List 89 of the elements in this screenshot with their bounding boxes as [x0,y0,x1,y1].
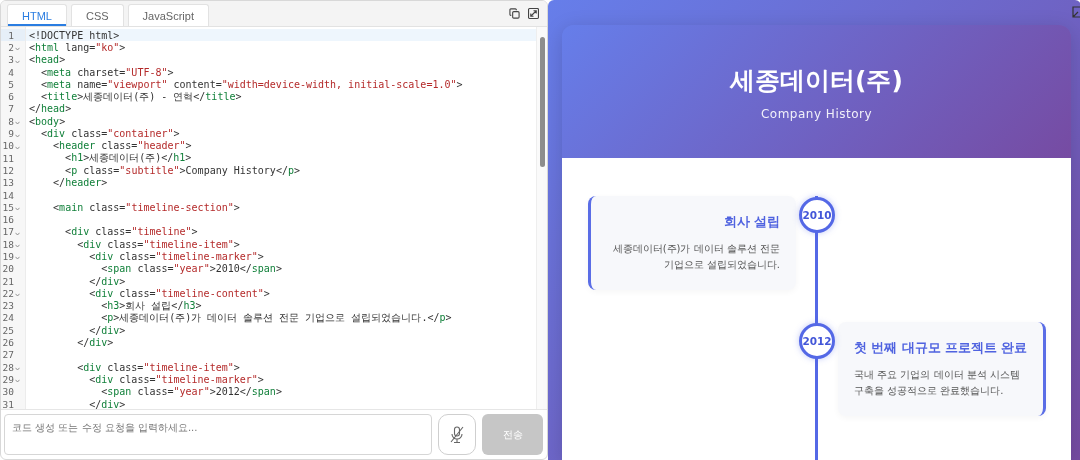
code-line: <header class="header"> [52,140,192,152]
line-number: 20 [2,263,14,275]
event-description: 세종데이터(주)가 데이터 솔루션 전문 기업으로 설립되었습니다. [611,242,780,272]
line-number: 4 [7,66,14,78]
prompt-field[interactable]: 코드 생성 또는 수정 요청을 입력하세요... [4,414,432,455]
resize-icon[interactable] [1072,6,1080,18]
chevron-icon[interactable] [15,367,20,372]
chevron-icon[interactable] [15,293,20,298]
code-line: <h1>세종데이터(주)</h1> [64,151,192,166]
chevron-icon[interactable] [15,47,20,52]
line-number: 12 [2,164,14,176]
code-line: </div> [88,398,126,409]
line-number: 13 [2,177,14,189]
page-title: 세종데이터(주) [730,65,903,97]
code-line: <head> [28,54,66,66]
scrollbar-thumb[interactable] [539,37,545,167]
mic-button[interactable] [438,414,476,455]
line-number: 14 [2,189,14,201]
chevron-icon[interactable] [15,59,20,64]
event-title: 첫 번째 대규모 프로젝트 완료 [854,340,1027,357]
editor-tab[interactable]: JavaScript [127,4,209,26]
line-number: 11 [2,152,14,164]
line-number: 21 [2,275,14,287]
line-number: 27 [2,349,14,361]
code-line: <body> [28,115,66,127]
code-line: </head> [28,103,72,115]
year-marker: 2010 [799,197,835,233]
line-number: 15 [2,201,14,213]
line-number: 30 [2,386,14,398]
code-line: </header> [52,177,108,189]
line-number: 2 [7,41,14,53]
code-line: </div> [76,337,114,349]
chevron-icon[interactable] [15,207,20,212]
code-line: <html lang="ko"> [28,41,126,53]
code-line: <p class="subtitle">Company History</p> [64,164,300,176]
code-line: <h3>회사 설립</h3> [100,298,202,313]
chevron-icon[interactable] [15,121,20,126]
code-line: <div class="timeline-marker"> [88,373,264,385]
code-line: <div class="container"> [40,128,180,139]
line-number: 24 [2,312,14,324]
line-number: 3 [7,54,14,66]
line-number: 23 [2,300,14,312]
chevron-icon[interactable] [15,133,20,138]
code-line: <div class="timeline-content"> [88,287,270,299]
line-number: 22 [2,287,14,299]
code-line: <div class="timeline-item"> [76,361,240,373]
chevron-icon[interactable] [15,256,20,261]
chevron-icon[interactable] [15,145,20,150]
code-line: </div> [88,324,126,336]
mic-off-icon [449,425,465,444]
code-line: <div class="timeline-marker"> [88,251,264,262]
chevron-icon[interactable] [15,231,20,236]
line-number: 16 [2,214,14,226]
code-line: </div> [88,275,126,287]
code-line: <meta name="viewport" content="width=device-width, initial-scale=1.0"> [40,78,463,90]
line-number: 10 [2,140,14,152]
editor-tab[interactable]: CSS [70,4,124,26]
event-title: 회사 설립 [722,214,780,231]
editor-tab[interactable]: HTML [7,4,67,26]
page-subtitle: Company History [760,107,873,121]
code-line: <title>세종데이터(주) - 연혁</title> [40,90,242,104]
line-number: 26 [2,337,14,349]
line-number: 25 [2,324,14,336]
copy-icon[interactable] [509,8,520,19]
code-line: <meta charset="UTF-8"> [40,66,174,78]
chevron-icon[interactable] [15,379,20,384]
line-number: 6 [7,91,14,103]
line-number: 17 [2,226,14,238]
code-line: <div class="timeline-item"> [76,238,240,250]
line-number: 8 [7,115,14,127]
event-description: 국내 주요 기업의 데이터 분석 시스템 구축을 성공적으로 완료했습니다. [854,368,1021,398]
fullscreen-icon[interactable] [528,8,539,19]
line-number: 7 [7,103,14,115]
code-line: <span class="year">2012</span> [100,386,282,398]
line-number: 31 [2,398,14,409]
chevron-icon[interactable] [15,244,20,249]
line-number: 18 [2,238,14,250]
line-number: 9 [7,128,14,139]
line-number: 29 [2,373,14,385]
line-number: 19 [2,251,14,262]
code-line: <main class="timeline-section"> [52,201,240,213]
code-line: <div class="timeline"> [64,226,198,238]
code-line: <span class="year">2010</span> [100,263,282,275]
line-number: 1 [7,29,14,41]
code-line: <p>세종데이터(주)가 데이터 솔루션 전문 기업으로 설립되었습니다.</p> [100,311,452,325]
line-number: 28 [2,361,14,373]
code-line: <!DOCTYPE html> [28,29,120,41]
year-marker: 2012 [799,323,835,359]
line-number: 5 [7,78,14,90]
